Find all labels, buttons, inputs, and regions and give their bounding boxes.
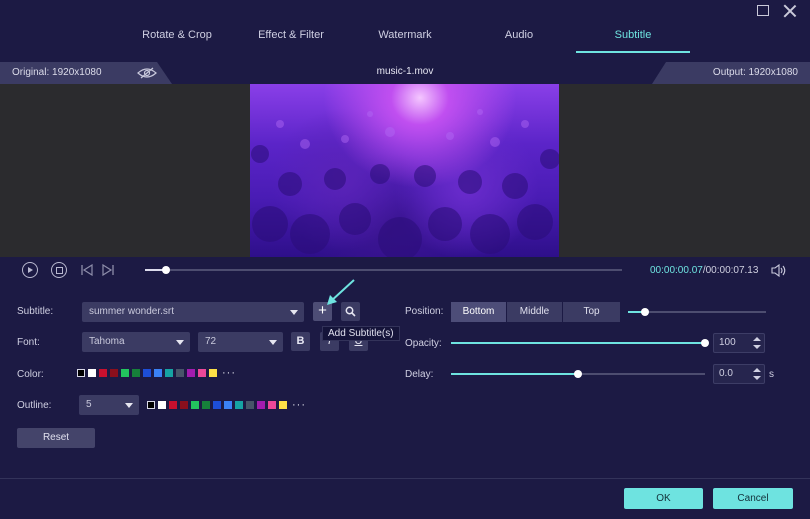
color-label: Color: (17, 369, 44, 380)
outline-color-swatch[interactable] (246, 401, 254, 409)
outline-color-swatch[interactable] (147, 401, 155, 409)
preview-area (0, 84, 810, 257)
chevron-down-icon (290, 310, 298, 315)
subtitle-label: Subtitle: (17, 306, 54, 317)
opacity-label: Opacity: (405, 338, 442, 349)
stepper-arrows-icon[interactable] (753, 367, 761, 381)
position-middle-button[interactable]: Middle (507, 302, 563, 322)
color-swatch[interactable] (165, 369, 173, 377)
font-family-value: Tahoma (89, 336, 125, 347)
color-swatch[interactable] (132, 369, 140, 377)
font-family-dropdown[interactable]: Tahoma (82, 332, 190, 352)
outline-color-swatch[interactable] (191, 401, 199, 409)
opacity-slider[interactable] (451, 339, 709, 347)
tab-effect-filter[interactable]: Effect & Filter (234, 22, 348, 53)
tab-subtitle[interactable]: Subtitle (576, 22, 690, 53)
opacity-input[interactable]: 100 (713, 333, 765, 353)
delay-value: 0.0 (719, 368, 733, 379)
delay-label: Delay: (405, 369, 434, 380)
current-time: 00:00:00.07 (650, 265, 703, 276)
outline-color-swatch[interactable] (213, 401, 221, 409)
annotation-arrow-icon (327, 279, 355, 305)
delay-input[interactable]: 0.0 (713, 364, 765, 384)
subtitle-file-value: summer wonder.srt (89, 306, 175, 317)
tab-bar: Rotate & Crop Effect & Filter Watermark … (0, 22, 810, 53)
volume-icon[interactable] (771, 264, 787, 277)
color-swatch[interactable] (99, 369, 107, 377)
output-resolution-label: Output: 1920x1080 (652, 62, 810, 84)
position-segmented-control: Bottom Middle Top (451, 302, 620, 322)
more-colors-icon[interactable]: ··· (292, 400, 306, 411)
position-top-button[interactable]: Top (563, 302, 620, 322)
total-time: /00:00:07.13 (702, 265, 759, 276)
time-display: 00:00:00.07/00:00:07.13 (650, 265, 758, 276)
tab-rotate-crop[interactable]: Rotate & Crop (120, 22, 234, 53)
font-size-value: 72 (205, 336, 217, 347)
stepper-arrows-icon[interactable] (753, 336, 761, 350)
position-offset-slider[interactable] (628, 308, 766, 316)
color-swatch[interactable] (187, 369, 195, 377)
outline-color-swatch[interactable] (279, 401, 287, 409)
color-swatch[interactable] (121, 369, 129, 377)
delay-slider[interactable] (451, 370, 705, 378)
opacity-fill (451, 342, 705, 344)
reset-button[interactable]: Reset (17, 428, 95, 448)
outline-width-dropdown[interactable]: 5 (79, 395, 139, 415)
outline-color-swatch[interactable] (202, 401, 210, 409)
add-subtitle-tooltip: Add Subtitle(s) (322, 326, 400, 341)
delay-handle[interactable] (574, 370, 582, 378)
position-bottom-button[interactable]: Bottom (451, 302, 507, 322)
position-label: Position: (405, 306, 444, 317)
video-frame (250, 84, 559, 257)
cancel-button[interactable]: Cancel (713, 488, 793, 509)
footer-divider (0, 478, 810, 479)
timeline-handle[interactable] (162, 266, 171, 274)
outline-color-swatch[interactable] (268, 401, 276, 409)
outline-color-swatch[interactable] (224, 401, 232, 409)
play-icon[interactable] (22, 262, 38, 278)
timeline-slider[interactable] (145, 266, 622, 274)
color-swatch[interactable] (110, 369, 118, 377)
maximize-icon[interactable] (757, 5, 769, 16)
font-size-dropdown[interactable]: 72 (198, 332, 283, 352)
color-swatch[interactable] (154, 369, 162, 377)
previous-frame-icon[interactable] (80, 264, 94, 276)
chevron-down-icon (125, 403, 133, 408)
color-swatch[interactable] (209, 369, 217, 377)
outline-color-swatch[interactable] (169, 401, 177, 409)
outline-swatches: ··· (147, 400, 306, 411)
outline-color-swatch[interactable] (235, 401, 243, 409)
stop-icon[interactable] (51, 262, 67, 278)
next-frame-icon[interactable] (101, 264, 115, 276)
chevron-down-icon (176, 340, 184, 345)
delay-fill (451, 373, 578, 375)
opacity-value: 100 (719, 337, 736, 348)
outline-color-swatch[interactable] (257, 401, 265, 409)
more-colors-icon[interactable]: ··· (222, 368, 236, 379)
color-swatches: ··· (77, 368, 236, 379)
outline-color-swatch[interactable] (158, 401, 166, 409)
outline-color-swatch[interactable] (180, 401, 188, 409)
bold-button[interactable]: B (291, 332, 310, 351)
tab-watermark[interactable]: Watermark (348, 22, 462, 53)
opacity-handle[interactable] (701, 339, 709, 347)
ok-button[interactable]: OK (624, 488, 703, 509)
outline-label: Outline: (17, 400, 52, 411)
tab-audio[interactable]: Audio (462, 22, 576, 53)
color-swatch[interactable] (176, 369, 184, 377)
color-swatch[interactable] (198, 369, 206, 377)
subtitle-file-dropdown[interactable]: summer wonder.srt (82, 302, 304, 322)
font-label: Font: (17, 337, 40, 348)
color-swatch[interactable] (143, 369, 151, 377)
chevron-down-icon (269, 340, 277, 345)
info-bar: Original: 1920x1080 music-1.mov Output: … (0, 62, 810, 84)
delay-unit: s (769, 369, 774, 380)
position-offset-handle[interactable] (640, 308, 649, 316)
color-swatch[interactable] (88, 369, 96, 377)
color-swatch[interactable] (77, 369, 85, 377)
close-icon[interactable] (783, 4, 797, 18)
outline-width-value: 5 (86, 399, 92, 410)
